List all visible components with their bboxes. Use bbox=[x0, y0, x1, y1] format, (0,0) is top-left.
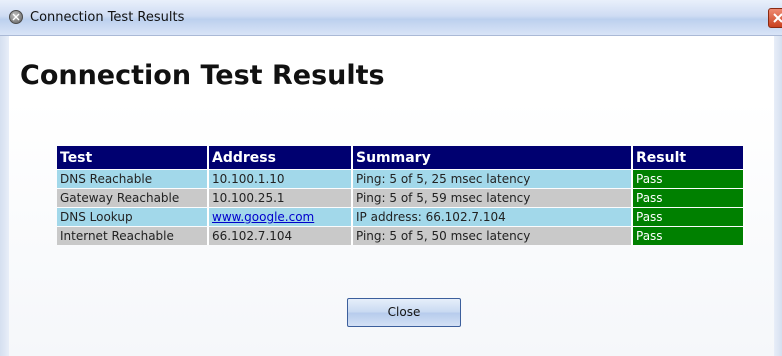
address-cell: 66.102.7.104 bbox=[209, 227, 353, 245]
summary-cell: Ping: 5 of 5, 25 msec latency bbox=[353, 170, 633, 188]
result-badge: Pass bbox=[633, 170, 745, 188]
address-cell: 10.100.1.10 bbox=[209, 170, 353, 188]
page-title: Connection Test Results bbox=[20, 60, 385, 91]
result-badge: Pass bbox=[633, 189, 745, 207]
table-row: Gateway Reachable 10.100.25.1 Ping: 5 of… bbox=[57, 189, 745, 207]
result-badge: Pass bbox=[633, 227, 745, 245]
column-header-test: Test bbox=[57, 146, 209, 169]
address-link[interactable]: www.google.com bbox=[212, 210, 314, 224]
summary-cell: IP address: 66.102.7.104 bbox=[353, 208, 633, 226]
table-row: DNS Reachable 10.100.1.10 Ping: 5 of 5, … bbox=[57, 170, 745, 188]
table-row: DNS Lookup www.google.com IP address: 66… bbox=[57, 208, 745, 226]
address-cell: www.google.com bbox=[209, 208, 353, 226]
table-header-row: Test Address Summary Result bbox=[57, 146, 745, 169]
app-icon[interactable] bbox=[9, 10, 23, 24]
address-cell: 10.100.25.1 bbox=[209, 189, 353, 207]
test-cell: Internet Reachable bbox=[57, 227, 209, 245]
window-title: Connection Test Results bbox=[30, 10, 185, 25]
column-header-result: Result bbox=[633, 146, 745, 169]
test-cell: DNS Lookup bbox=[57, 208, 209, 226]
summary-cell: Ping: 5 of 5, 59 msec latency bbox=[353, 189, 633, 207]
right-border bbox=[774, 36, 782, 356]
left-border bbox=[0, 36, 9, 356]
result-badge: Pass bbox=[633, 208, 745, 226]
title-bar: Connection Test Results bbox=[0, 0, 782, 36]
results-table: Test Address Summary Result DNS Reachabl… bbox=[57, 145, 745, 246]
test-cell: Gateway Reachable bbox=[57, 189, 209, 207]
column-header-summary: Summary bbox=[353, 146, 633, 169]
close-icon[interactable] bbox=[768, 8, 782, 28]
column-header-address: Address bbox=[209, 146, 353, 169]
test-cell: DNS Reachable bbox=[57, 170, 209, 188]
table-row: Internet Reachable 66.102.7.104 Ping: 5 … bbox=[57, 227, 745, 245]
summary-cell: Ping: 5 of 5, 50 msec latency bbox=[353, 227, 633, 245]
close-button[interactable]: Close bbox=[347, 298, 461, 327]
